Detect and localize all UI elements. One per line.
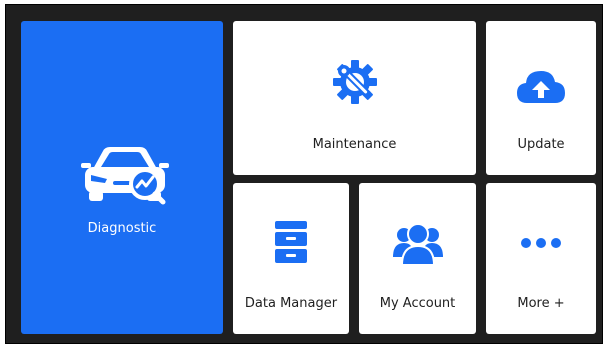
my-account-tile[interactable]: My Account [359, 183, 476, 334]
car-diagnostic-icon [81, 147, 169, 205]
update-tile[interactable]: Update [486, 21, 596, 175]
data-manager-label: Data Manager [244, 296, 338, 311]
data-manager-tile[interactable]: Data Manager [233, 183, 349, 334]
file-cabinet-icon [275, 221, 307, 263]
more-dots-icon [521, 238, 561, 248]
update-label: Update [517, 137, 565, 152]
more-tile[interactable]: More + [486, 183, 596, 334]
my-account-label: My Account [379, 296, 456, 311]
wrench-gear-icon [333, 60, 377, 104]
diagnostic-tile[interactable]: Diagnostic [21, 21, 223, 334]
home-screen: Diagnostic Maintenance Update Data Manag… [5, 4, 603, 344]
maintenance-tile[interactable]: Maintenance [233, 21, 476, 175]
users-icon [393, 223, 443, 266]
diagnostic-label: Diagnostic [87, 221, 157, 236]
more-label: More + [517, 296, 565, 311]
cloud-upload-icon [517, 71, 565, 103]
maintenance-label: Maintenance [312, 137, 397, 152]
